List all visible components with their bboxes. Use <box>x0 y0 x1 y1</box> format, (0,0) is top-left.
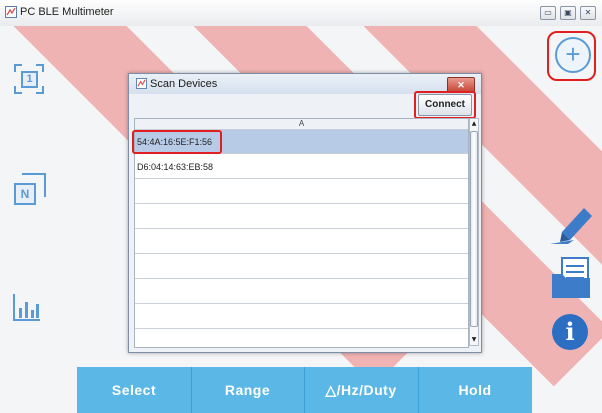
scroll-down-icon[interactable]: ▼ <box>470 335 478 345</box>
select-button[interactable]: Select <box>77 367 191 413</box>
main-area: 1 N + i Select Range △/Hz/Duty Hold Scan… <box>0 26 602 413</box>
folder-icon[interactable] <box>550 256 592 300</box>
multi-meter-icon: N <box>14 183 36 205</box>
info-icon: i <box>565 317 575 346</box>
scroll-up-icon[interactable]: ▲ <box>470 119 478 129</box>
bottom-toolbar: Select Range △/Hz/Duty Hold <box>77 367 532 413</box>
device-row[interactable] <box>135 280 468 304</box>
connect-button[interactable]: Connect <box>418 94 472 116</box>
scan-devices-dialog: Scan Devices ✕ Connect A 54:4A:16:5E:F1:… <box>128 73 482 353</box>
single-meter-icon: 1 <box>21 71 38 88</box>
add-device-button[interactable]: + <box>552 34 594 76</box>
window-titlebar: PC BLE Multimeter ▭ ▣ ✕ <box>0 0 602 27</box>
device-row[interactable]: D6:04:14:63:EB:58 <box>135 155 468 179</box>
minimize-button[interactable]: ▭ <box>540 6 556 20</box>
column-header[interactable]: A <box>135 119 468 130</box>
window-title: PC BLE Multimeter <box>20 6 114 18</box>
device-row[interactable] <box>135 205 468 229</box>
info-button[interactable]: i <box>552 314 588 350</box>
dialog-app-icon <box>136 78 147 89</box>
device-row[interactable] <box>135 255 468 279</box>
device-row[interactable] <box>135 330 468 347</box>
hold-button[interactable]: Hold <box>418 367 532 413</box>
range-button[interactable]: Range <box>191 367 304 413</box>
dialog-title: Scan Devices <box>150 78 218 90</box>
vertical-scrollbar[interactable]: ▲ ▼ <box>469 118 479 346</box>
dialog-titlebar: Scan Devices ✕ <box>129 74 481 94</box>
device-row[interactable] <box>135 230 468 254</box>
dialog-close-button[interactable]: ✕ <box>447 77 475 93</box>
device-row[interactable] <box>135 180 468 204</box>
device-row[interactable]: 54:4A:16:5E:F1:56 <box>135 130 468 154</box>
app-icon <box>5 6 17 18</box>
single-meter-button[interactable]: 1 <box>14 64 44 94</box>
device-row[interactable] <box>135 305 468 329</box>
hz-duty-button[interactable]: △/Hz/Duty <box>304 367 418 413</box>
maximize-button[interactable]: ▣ <box>560 6 576 20</box>
pen-icon[interactable] <box>548 202 596 246</box>
device-table: A 54:4A:16:5E:F1:56 D6:04:14:63:EB:58 <box>134 118 469 348</box>
chart-view-icon[interactable] <box>12 292 42 322</box>
scroll-thumb[interactable] <box>470 131 478 327</box>
close-button[interactable]: ✕ <box>580 6 596 20</box>
multi-meter-button[interactable]: N <box>12 171 48 207</box>
add-device-icon: + <box>555 37 591 73</box>
